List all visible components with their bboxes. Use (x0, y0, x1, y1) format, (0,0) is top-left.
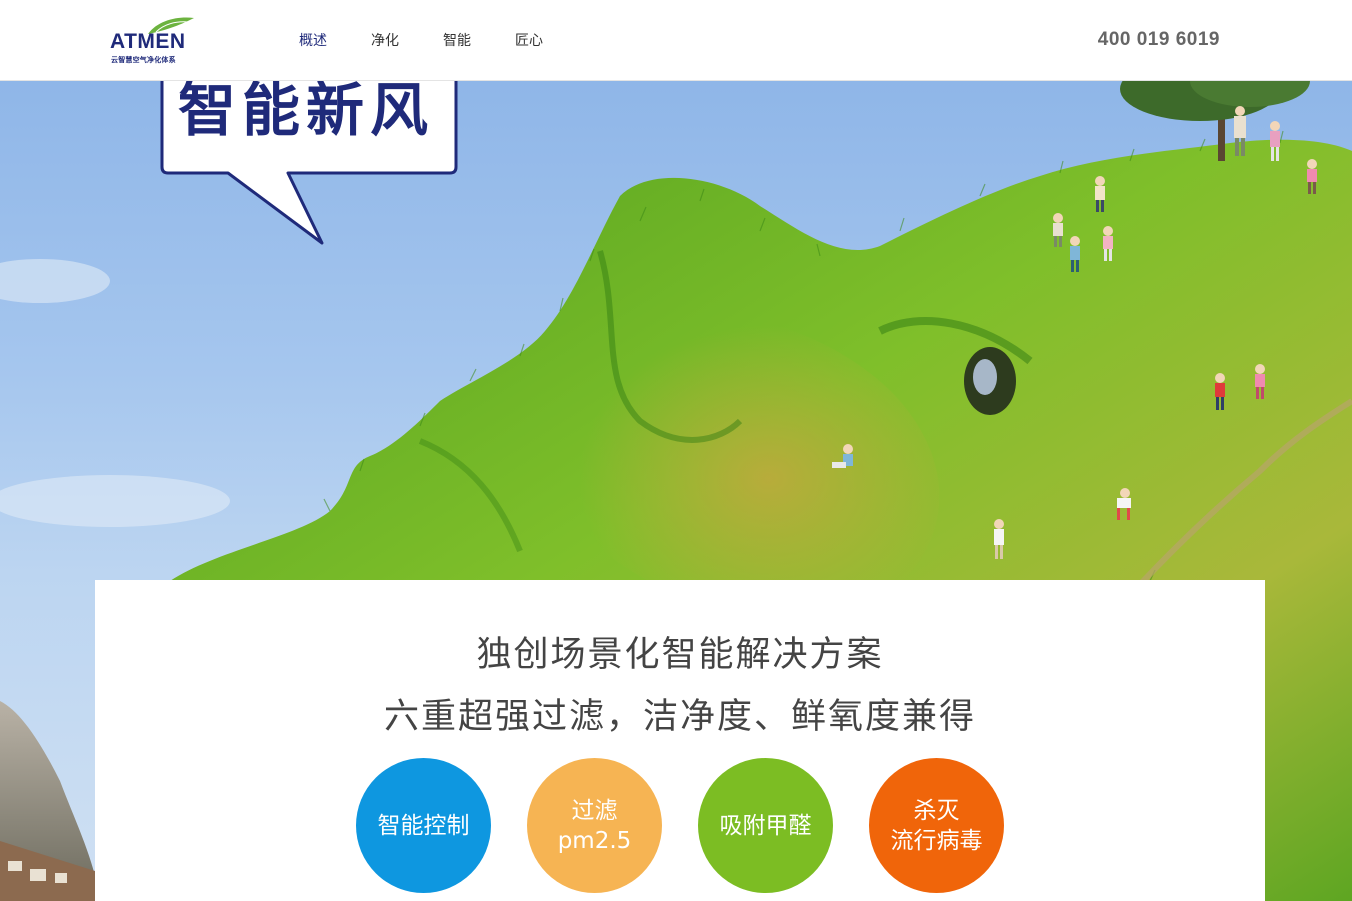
hero-slogan: 智能新风 (178, 81, 435, 144)
logo-wordmark: ATMEN (110, 30, 186, 53)
nav-item-smart[interactable]: 智能 (443, 31, 471, 51)
feature-formaldehyde[interactable]: 吸附甲醛 (698, 758, 833, 893)
feature-label-sub: pm2.5 (557, 827, 632, 854)
nav-item-craft[interactable]: 匠心 (515, 31, 543, 51)
hotline-number[interactable]: 400 019 6019 (1098, 29, 1220, 51)
logo-tagline: 云智慧空气净化体系 (111, 56, 176, 64)
feature-label: 杀灭 (913, 797, 960, 824)
intro-subheadline: 六重超强过滤，洁净度、鲜氧度兼得 (383, 697, 976, 737)
intro-card: 独创场景化智能解决方案 六重超强过滤，洁净度、鲜氧度兼得 智能控制 过滤 pm2… (95, 580, 1265, 901)
intro-headline: 独创场景化智能解决方案 (476, 635, 884, 675)
nav-item-overview[interactable]: 概述 (299, 31, 327, 51)
feature-label: 智能控制 (377, 812, 470, 839)
feature-smart-control[interactable]: 智能控制 (356, 758, 491, 893)
feature-filter-pm25[interactable]: 过滤 pm2.5 (527, 758, 662, 893)
nav-item-purify[interactable]: 净化 (371, 31, 399, 51)
brand-logo[interactable]: ATMEN 云智慧空气净化体系 (108, 14, 200, 68)
feature-label: 吸附甲醛 (719, 812, 812, 839)
main-nav: 概述 净化 智能 匠心 (299, 31, 587, 51)
feature-label: 过滤 (571, 797, 618, 824)
feature-label-sub: 流行病毒 (890, 827, 983, 854)
feature-kill-virus[interactable]: 杀灭 流行病毒 (869, 758, 1004, 893)
site-header: ATMEN 云智慧空气净化体系 概述 净化 智能 匠心 400 019 6019 (0, 0, 1352, 81)
